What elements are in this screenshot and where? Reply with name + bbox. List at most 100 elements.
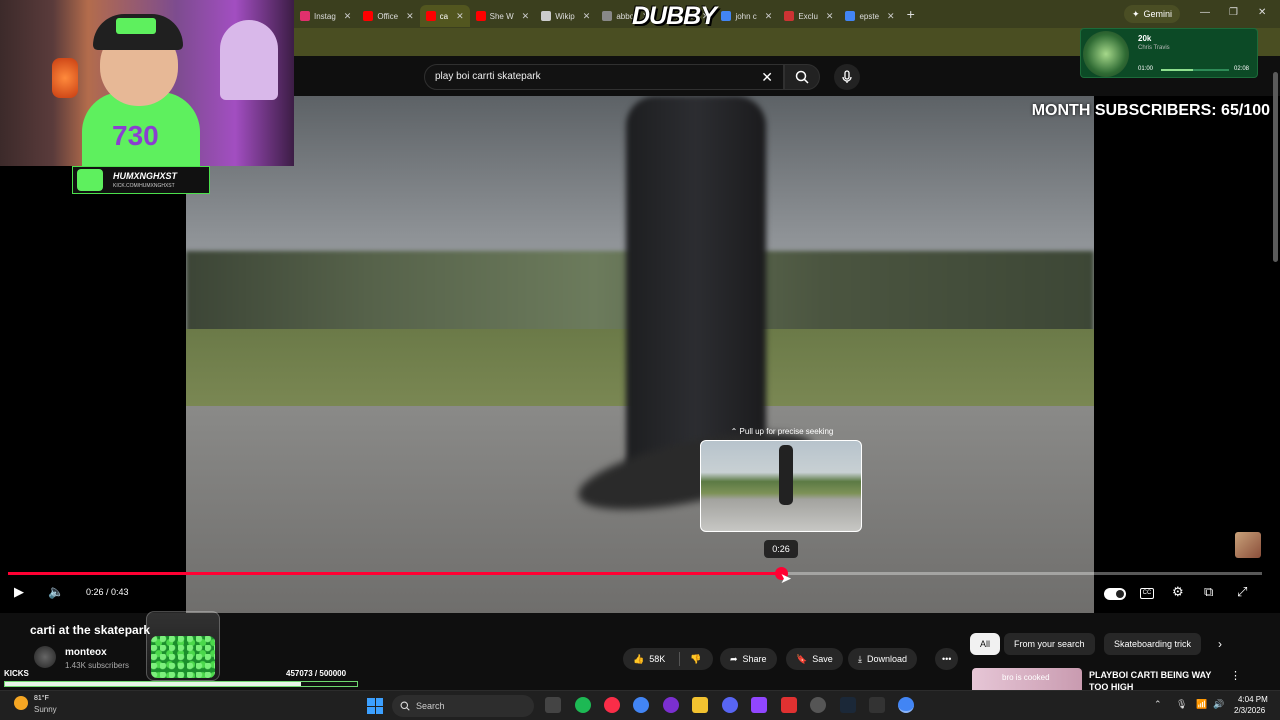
gemini-button[interactable]: ✦ Gemini (1124, 5, 1181, 23)
download-button[interactable]: ⤓ Download (848, 648, 918, 670)
close-tab-icon[interactable]: ✕ (522, 11, 530, 22)
thumbs-down-icon: 👎 (690, 653, 702, 664)
wifi-icon[interactable]: 📶 (1196, 699, 1207, 710)
new-tab-button[interactable]: + (907, 6, 915, 22)
maximize-button[interactable]: ❐ (1229, 7, 1238, 18)
browser-tab[interactable]: john c ✕ (715, 5, 778, 27)
speaker-icon[interactable]: 🔊 (1213, 699, 1224, 710)
tab-favicon-icon (721, 11, 732, 21)
fullscreen-icon[interactable]: ⤢ (1237, 584, 1247, 600)
autoplay-toggle[interactable] (1104, 588, 1126, 600)
tab-label: ca (439, 11, 449, 21)
close-tab-icon[interactable]: ✕ (765, 11, 773, 22)
chrome-icon[interactable] (633, 697, 649, 713)
captions-icon[interactable]: CC (1140, 588, 1154, 599)
track-elapsed: 01:00 (1138, 66, 1154, 72)
music-app-icon[interactable] (604, 697, 620, 713)
settings-gear-icon[interactable]: ⚙ (1172, 584, 1184, 600)
browser-tab[interactable]: Office ✕ (357, 5, 419, 27)
clock-time[interactable]: 4:04 PM (1238, 695, 1268, 704)
filter-chip[interactable]: From your search (1004, 633, 1095, 655)
close-tab-icon[interactable]: ✕ (583, 11, 591, 22)
voice-search-button[interactable] (834, 64, 860, 90)
search-icon (400, 701, 410, 711)
miniplayer-icon[interactable]: ⧉ (1204, 584, 1213, 600)
kicks-jar (146, 611, 220, 681)
bookmark-icon: 🔖 (796, 653, 808, 664)
more-vertical-icon[interactable]: ⋮ (1230, 669, 1241, 682)
browser-tab[interactable]: Instag ✕ (294, 5, 357, 27)
browser-tab[interactable]: Wikip ✕ (535, 5, 596, 27)
kicks-progress-bar (4, 681, 358, 687)
recorder-icon[interactable] (810, 697, 826, 713)
clock-date[interactable]: 2/3/2026 (1234, 706, 1265, 715)
weather-temp[interactable]: 81°F (34, 695, 49, 702)
volume-icon[interactable]: 🔈 (48, 584, 64, 600)
page-scrollbar[interactable] (1273, 72, 1278, 262)
track-duration: 02:08 (1234, 66, 1250, 72)
tab-label: She W (489, 11, 514, 21)
channel-avatar[interactable] (34, 646, 56, 668)
browser-tab[interactable]: Exclu ✕ (778, 5, 839, 27)
gemini-label: Gemini (1143, 9, 1173, 19)
weather-desc[interactable]: Sunny (34, 705, 57, 714)
sun-icon (14, 696, 28, 710)
spotify-icon[interactable] (575, 697, 591, 713)
close-tab-icon[interactable]: ✕ (826, 11, 834, 22)
red-app-icon[interactable] (781, 697, 797, 713)
microphone-icon[interactable]: 🎙 (1176, 699, 1187, 710)
file-explorer-icon[interactable] (692, 697, 708, 713)
sparkle-icon: ✦ (1132, 8, 1140, 19)
more-actions-button[interactable]: ••• (935, 648, 959, 670)
taskbar-search[interactable]: Search (392, 695, 534, 717)
share-button[interactable]: ➦ Share (720, 648, 777, 670)
streamer-badge: HUMXNGHXST KICK.COM/HUMXNGHXST (72, 166, 210, 194)
save-button[interactable]: 🔖 Save (786, 648, 843, 670)
tab-favicon-icon (300, 11, 310, 21)
dubby-logo: DUBBY (632, 2, 717, 30)
windows-start-icon[interactable] (367, 698, 383, 714)
filter-chip[interactable]: All (970, 633, 1001, 655)
search-input[interactable]: play boi carrti skatepark (435, 71, 541, 82)
track-artist: Chris Travis (1138, 45, 1170, 51)
tab-favicon-icon (845, 11, 856, 21)
like-button[interactable]: 👍 58K (623, 648, 675, 670)
close-tab-icon[interactable]: ✕ (456, 11, 464, 22)
obs-icon[interactable] (751, 697, 767, 713)
search-box[interactable]: play boi carrti skatepark ✕ (424, 64, 784, 90)
browser-tab[interactable]: She W ✕ (470, 5, 536, 27)
channel-watermark[interactable] (1235, 532, 1261, 558)
discord-icon[interactable] (722, 697, 738, 713)
steam-icon[interactable] (840, 697, 856, 713)
video-frame[interactable] (186, 96, 1094, 613)
progress-played (8, 572, 782, 575)
chevron-up-icon[interactable]: ⌃ (1154, 699, 1162, 710)
microphone-icon (842, 70, 852, 83)
app-icon[interactable] (663, 697, 679, 713)
close-tab-icon[interactable]: ✕ (887, 11, 895, 22)
close-tab-icon[interactable]: ✕ (406, 11, 414, 22)
more-horizontal-icon: ••• (942, 654, 952, 664)
close-tab-icon[interactable]: ✕ (344, 11, 352, 22)
filter-chip[interactable]: Skateboarding trick (1104, 633, 1202, 655)
tab-label: Office (377, 11, 399, 21)
browser-tab[interactable]: ca ✕ (419, 5, 470, 27)
play-button[interactable]: ▶ (14, 584, 24, 600)
dislike-button[interactable]: 👎 (680, 648, 711, 670)
recommendation-thumbnail[interactable]: bro is cooked (972, 668, 1082, 690)
channel-name[interactable]: monteox (65, 647, 107, 658)
search-button[interactable] (784, 64, 820, 90)
browser-tab[interactable]: epste ✕ (839, 5, 900, 27)
task-view-icon[interactable] (545, 697, 561, 713)
taskbar: 81°F Sunny Search ⌃ 🎙 📶 🔊 4:04 PM 2/3/20… (0, 690, 1280, 720)
thumbs-up-icon: 👍 (633, 653, 645, 664)
terminal-icon[interactable] (869, 697, 885, 713)
webcam-overlay: 730 (0, 0, 294, 166)
chrome-active-icon[interactable] (898, 697, 914, 713)
chevron-right-icon[interactable]: › (1218, 637, 1222, 651)
progress-bar[interactable] (8, 567, 1262, 580)
close-window-button[interactable]: ✕ (1258, 7, 1266, 18)
clear-search-icon[interactable]: ✕ (761, 69, 773, 86)
minimize-button[interactable]: — (1200, 7, 1210, 18)
tab-label: Exclu (798, 11, 818, 21)
